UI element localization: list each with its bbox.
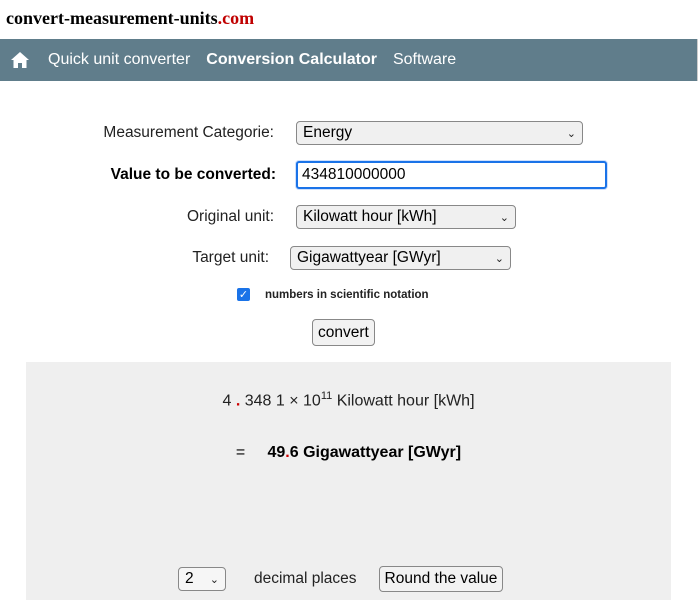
nav-quick-unit-converter[interactable]: Quick unit converter [48,51,190,69]
result-input-unit: Kilowatt hour [kWh] [336,392,475,410]
chevron-down-icon: ⌄ [566,127,576,140]
result-output-int: 49 [267,444,286,461]
chevron-down-icon: ⌄ [499,211,509,224]
rounding-row: 2 ⌄ decimal places Round the value [178,566,504,592]
scientific-checkbox[interactable]: ✓ [237,288,250,301]
result-output-frac: 6 Gigawattyear [GWyr] [289,444,462,461]
chevron-down-icon: ⌄ [494,252,504,265]
nav-conversion-calculator[interactable]: Conversion Calculator [206,51,377,69]
result-output-line: = 49.6 Gigawattyear [GWyr] [26,444,671,462]
convert-button[interactable]: convert [312,319,375,346]
original-unit-row: Original unit: Kilowatt hour [kWh] ⌄ [0,205,516,229]
value-row: Value to be converted: 434810000000 [0,161,607,189]
target-unit-label: Target unit: [192,249,269,266]
category-select[interactable]: Energy ⌄ [296,121,583,145]
decimal-places-select[interactable]: 2 ⌄ [178,567,226,591]
site-logo[interactable]: convert-measurement-units.com [6,8,254,29]
result-panel: 4 . 348 1 × 1011 Kilowatt hour [kWh] = 4… [26,362,671,600]
logo-name: convert-measurement-units [6,8,218,28]
category-row: Measurement Categorie: Energy ⌄ [0,121,583,145]
target-unit-row: Target unit: Gigawattyear [GWyr] ⌄ [0,246,511,270]
checkmark-icon: ✓ [238,288,249,301]
original-unit-value: Kilowatt hour [kWh] [303,208,437,225]
nav-software[interactable]: Software [393,51,456,69]
value-input[interactable]: 434810000000 [296,161,607,189]
result-equals: = [235,444,246,461]
round-value-button[interactable]: Round the value [378,566,504,592]
scientific-label: numbers in scientific notation [265,288,429,301]
scientific-row: ✓ numbers in scientific notation [237,288,429,301]
home-icon[interactable] [10,50,30,70]
original-unit-select[interactable]: Kilowatt hour [kWh] ⌄ [296,205,516,229]
category-label: Measurement Categorie: [103,124,274,141]
target-unit-select[interactable]: Gigawattyear [GWyr] ⌄ [290,246,511,270]
convert-row: convert [312,319,375,346]
top-navbar: Quick unit converter Conversion Calculat… [0,39,698,81]
decimal-places-label: decimal places [254,570,357,587]
decimal-places-value: 2 [185,570,194,587]
result-input-line: 4 . 348 1 × 1011 Kilowatt hour [kWh] [26,390,671,410]
target-unit-value: Gigawattyear [GWyr] [297,249,441,266]
chevron-down-icon: ⌄ [209,573,219,586]
original-unit-label: Original unit: [186,208,274,225]
value-label: Value to be converted: [110,166,276,183]
category-select-value: Energy [303,124,353,141]
result-input-exp: 11 [320,390,333,402]
result-input-frac: 348 1 × 10 [244,392,321,410]
logo-tld: .com [217,8,255,28]
decimal-separator-dot: . [231,392,245,410]
